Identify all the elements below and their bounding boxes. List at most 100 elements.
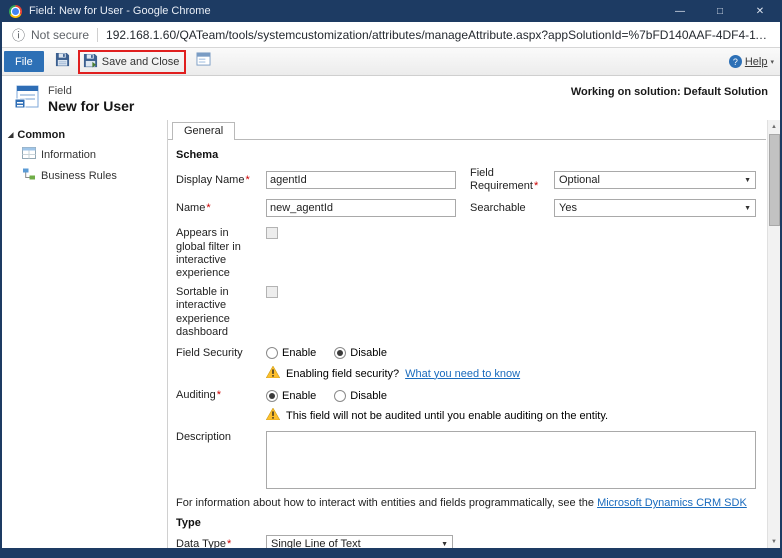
- show-dependencies-button[interactable]: [192, 51, 214, 73]
- required-marker: *: [206, 202, 210, 214]
- annotation-highlight-box: Save and Close: [78, 50, 187, 74]
- warning-icon: [266, 366, 280, 381]
- display-name-input[interactable]: [266, 171, 456, 189]
- warning-icon: [266, 408, 280, 423]
- searchable-value: Yes: [559, 202, 577, 214]
- description-label: Description: [176, 431, 266, 444]
- form-content: Schema Display Name* Field Requirement* …: [168, 140, 780, 548]
- entity-title-block: Field New for User: [48, 85, 134, 114]
- radio-selected-icon: [266, 390, 278, 402]
- sidebar-item-information[interactable]: Information: [2, 144, 167, 165]
- collapse-arrow-icon: ◢: [8, 131, 13, 139]
- radio-unselected-icon: [334, 390, 346, 402]
- name-row: Name* Searchable Yes ▼: [176, 199, 756, 217]
- field-requirement-select[interactable]: Optional ▼: [554, 171, 756, 189]
- chevron-down-icon: ▼: [744, 205, 751, 212]
- entity-header: Field New for User Working on solution: …: [2, 76, 780, 120]
- auditing-disable-option[interactable]: Disable: [334, 390, 387, 402]
- vertical-scrollbar[interactable]: ▲ ▼: [767, 120, 780, 548]
- file-button[interactable]: File: [4, 51, 44, 72]
- window-body: ◢ Common Information Business Rules Gene…: [2, 120, 780, 548]
- name-label: Name*: [176, 202, 266, 215]
- description-textarea[interactable]: [266, 431, 756, 489]
- tab-general[interactable]: General: [172, 122, 235, 140]
- main-panel: General Schema Display Name* Field Requi…: [168, 120, 780, 548]
- field-security-row: Field Security Enable Disable: [176, 347, 756, 360]
- help-icon: ?: [729, 55, 742, 68]
- field-entity-icon: [14, 84, 40, 115]
- display-name-row: Display Name* Field Requirement* Optiona…: [176, 167, 756, 193]
- required-marker: *: [227, 538, 231, 548]
- auditing-enable-label: Enable: [282, 390, 316, 402]
- chrome-icon: [9, 5, 22, 18]
- field-security-enable-option[interactable]: Enable: [266, 347, 316, 359]
- business-rules-icon: [22, 168, 36, 183]
- global-filter-row: Appears in global filter in interactive …: [176, 227, 756, 280]
- data-type-label: Data Type*: [176, 538, 266, 548]
- auditing-label: Auditing*: [176, 389, 266, 402]
- save-button[interactable]: [52, 51, 74, 73]
- field-security-options: Enable Disable: [266, 347, 399, 359]
- window-controls: — □ ✕: [660, 0, 780, 22]
- sdk-note: For information about how to interact wi…: [176, 497, 756, 509]
- field-requirement-value: Optional: [559, 174, 600, 186]
- name-input[interactable]: [266, 199, 456, 217]
- window-title: Field: New for User - Google Chrome: [29, 5, 660, 17]
- required-marker: *: [245, 174, 249, 186]
- sortable-row: Sortable in interactive experience dashb…: [176, 286, 756, 339]
- auditing-row: Auditing* Enable Disable: [176, 389, 756, 402]
- sortable-label: Sortable in interactive experience dashb…: [176, 286, 266, 339]
- crm-sdk-link[interactable]: Microsoft Dynamics CRM SDK: [597, 497, 747, 509]
- address-bar: ⓘ Not secure 192.168.1.60/QATeam/tools/s…: [2, 22, 780, 48]
- scrollbar-thumb[interactable]: [769, 134, 780, 226]
- data-type-value: Single Line of Text: [271, 538, 361, 548]
- chevron-down-icon: ▼: [441, 541, 448, 548]
- auditing-disable-label: Disable: [350, 390, 387, 402]
- field-security-warning-text: Enabling field security?: [286, 368, 399, 380]
- searchable-select[interactable]: Yes ▼: [554, 199, 756, 217]
- field-security-warning: Enabling field security? What you need t…: [266, 366, 756, 381]
- working-on-solution: Working on solution: Default Solution: [571, 86, 768, 98]
- data-type-row: Data Type* Single Line of Text ▼: [176, 535, 756, 548]
- auditing-enable-option[interactable]: Enable: [266, 390, 316, 402]
- close-button[interactable]: ✕: [740, 0, 780, 22]
- help-label: Help: [745, 56, 768, 68]
- description-row: Description: [176, 431, 756, 489]
- maximize-button[interactable]: □: [700, 0, 740, 22]
- sidebar-item-business-rules[interactable]: Business Rules: [2, 165, 167, 186]
- display-name-label: Display Name*: [176, 174, 266, 187]
- save-and-close-button[interactable]: Save and Close: [83, 53, 180, 71]
- type-section-heading: Type: [176, 517, 756, 529]
- auditing-warning: This field will not be audited until you…: [266, 408, 756, 423]
- auditing-warning-text: This field will not be audited until you…: [286, 410, 608, 422]
- searchable-label: Searchable: [470, 202, 554, 215]
- global-filter-checkbox[interactable]: [266, 227, 278, 239]
- information-icon: [22, 147, 36, 162]
- form-window-icon: [196, 52, 211, 71]
- browser-window: Field: New for User - Google Chrome — □ …: [0, 0, 782, 558]
- save-and-close-label: Save and Close: [102, 56, 180, 68]
- field-security-enable-label: Enable: [282, 347, 316, 359]
- what-you-need-to-know-link[interactable]: What you need to know: [405, 368, 520, 380]
- sidebar-group-common[interactable]: ◢ Common: [2, 126, 167, 144]
- minimize-button[interactable]: —: [660, 0, 700, 22]
- help-menu[interactable]: ? Help ▾: [729, 55, 774, 68]
- data-type-select[interactable]: Single Line of Text ▼: [266, 535, 453, 548]
- scroll-up-icon[interactable]: ▲: [768, 120, 781, 133]
- url-text[interactable]: 192.168.1.60/QATeam/tools/systemcustomiz…: [106, 28, 770, 42]
- scroll-down-icon[interactable]: ▼: [768, 535, 781, 548]
- field-security-label: Field Security: [176, 347, 266, 360]
- required-marker: *: [217, 389, 221, 401]
- global-filter-label: Appears in global filter in interactive …: [176, 227, 266, 280]
- sortable-checkbox[interactable]: [266, 286, 278, 298]
- title-bar: Field: New for User - Google Chrome — □ …: [2, 0, 780, 22]
- chevron-down-icon: ▼: [744, 177, 751, 184]
- save-and-close-icon: [83, 53, 98, 71]
- field-security-disable-label: Disable: [350, 347, 387, 359]
- field-security-disable-option[interactable]: Disable: [334, 347, 387, 359]
- schema-section-heading: Schema: [176, 149, 756, 161]
- chevron-down-icon: ▾: [770, 58, 774, 66]
- crm-toolbar: File Save and Close ? Help ▾: [2, 48, 780, 76]
- info-icon[interactable]: ⓘ: [12, 25, 25, 44]
- radio-selected-icon: [334, 347, 346, 359]
